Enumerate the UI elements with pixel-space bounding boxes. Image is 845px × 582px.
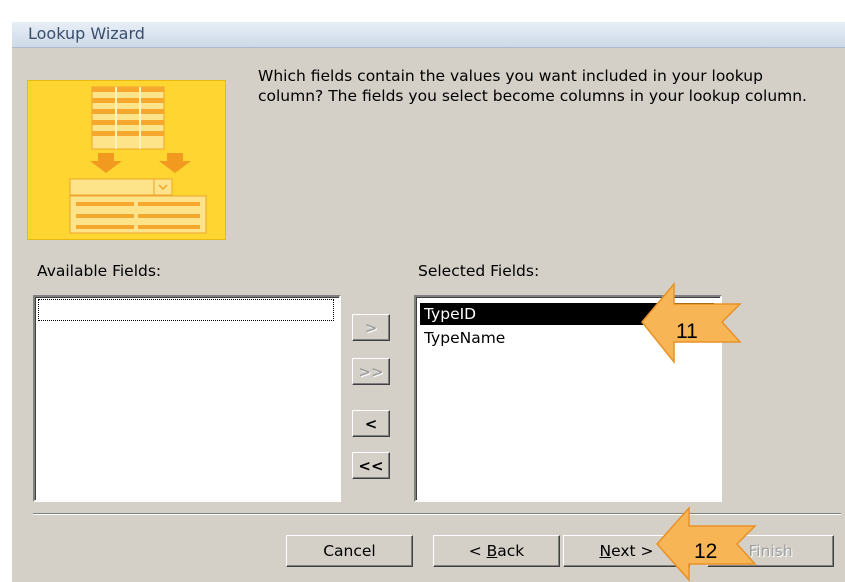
next-label: Next > [599,542,654,560]
title-bar: Lookup Wizard [12,22,845,48]
remove-field-button[interactable]: < [352,410,390,437]
lookup-wizard-illustration [27,80,226,240]
selected-fields-label: Selected Fields: [418,262,540,280]
window-title: Lookup Wizard [28,24,145,43]
cancel-label: Cancel [323,542,376,560]
available-fields-label: Available Fields: [37,262,162,280]
back-button[interactable]: < Back [433,535,560,567]
wizard-instructions: Which fields contain the values you want… [258,67,807,105]
add-all-fields-button[interactable]: >> [352,358,390,385]
remove-all-fields-button[interactable]: << [352,452,390,479]
list-focus-rectangle [38,299,334,321]
callout-number-12: 12 [694,540,718,563]
available-fields-list[interactable] [33,295,341,502]
callout-number-11: 11 [676,320,698,343]
cancel-button[interactable]: Cancel [286,535,413,567]
add-field-button[interactable]: > [352,314,390,341]
back-label: < Back [468,542,525,560]
lookup-illustration-icon [69,86,207,234]
